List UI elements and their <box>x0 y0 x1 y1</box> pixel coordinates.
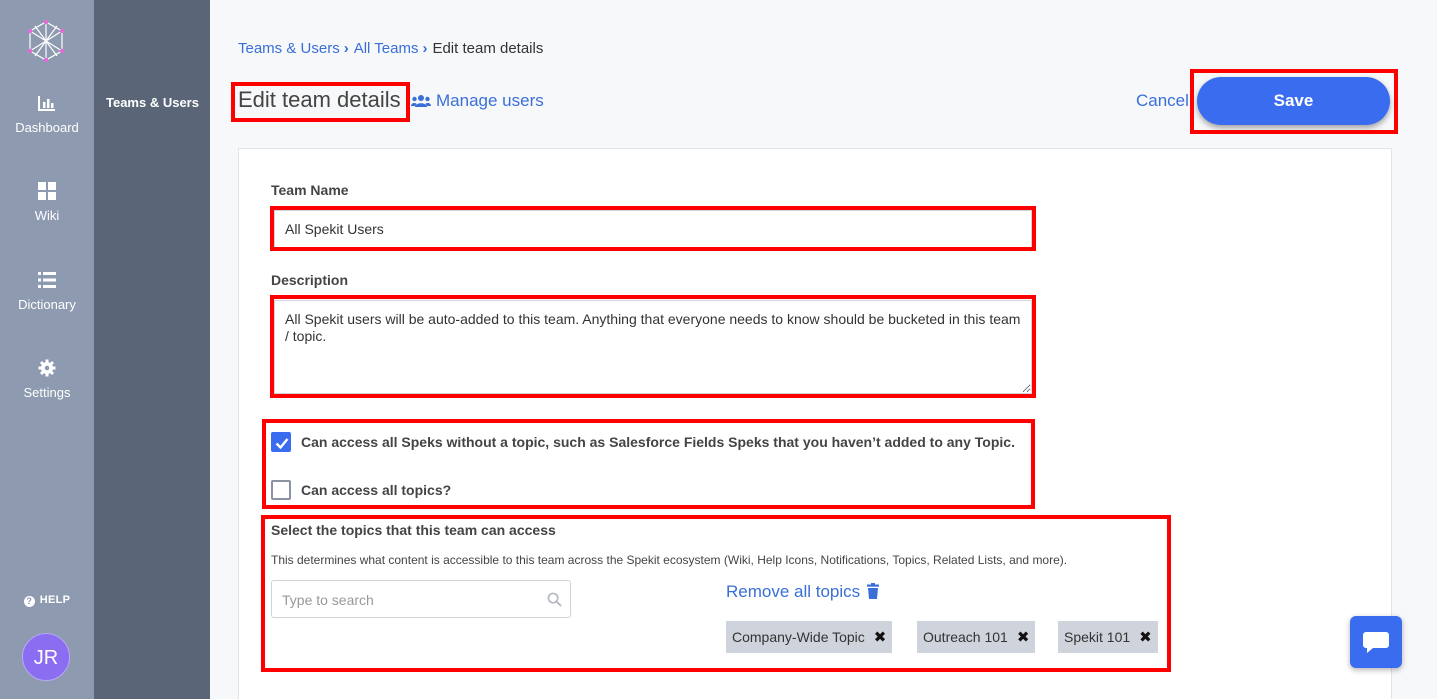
manage-users-link[interactable]: Manage users <box>411 91 544 111</box>
gear-icon <box>38 359 56 377</box>
nav-dashboard[interactable]: Dashboard <box>0 94 94 135</box>
team-name-label: Team Name <box>271 182 349 198</box>
nav-wiki[interactable]: Wiki <box>0 182 94 223</box>
breadcrumb: Teams & Users › All Teams › Edit team detail… <box>238 40 543 57</box>
nav-rail: Dashboard Wiki Dictionary Settings ? HELP <box>0 0 94 699</box>
spekit-logo-icon[interactable] <box>27 20 65 62</box>
chevron-right-icon: › <box>422 40 428 57</box>
chevron-right-icon: › <box>343 40 349 57</box>
nav-settings[interactable]: Settings <box>0 359 94 400</box>
nav-dashboard-label: Dashboard <box>15 120 79 135</box>
highlight-box-description <box>270 295 1036 398</box>
nav-dictionary-label: Dictionary <box>18 297 76 312</box>
breadcrumb-all-teams[interactable]: All Teams <box>354 40 419 57</box>
highlight-box-access <box>262 419 1035 509</box>
breadcrumb-teams-users[interactable]: Teams & Users <box>238 40 340 57</box>
highlight-box-title <box>231 82 410 122</box>
highlight-box-team-name <box>270 206 1036 251</box>
nav-settings-label: Settings <box>23 385 71 400</box>
nav-dictionary[interactable]: Dictionary <box>0 271 94 312</box>
question-circle-icon: ? <box>23 596 35 607</box>
users-icon <box>411 95 431 107</box>
highlight-box-save <box>1190 69 1398 134</box>
bar-chart-icon <box>38 96 55 111</box>
chat-button[interactable] <box>1350 616 1402 668</box>
nav-wiki-label: Wiki <box>34 208 60 223</box>
grid-icon <box>38 182 56 200</box>
subnav: Teams & Users <box>94 0 210 699</box>
subnav-item-teams-users[interactable]: Teams & Users <box>106 95 199 110</box>
highlight-box-topics <box>261 515 1171 672</box>
avatar[interactable]: JR <box>22 633 70 681</box>
list-icon <box>38 272 56 288</box>
help-label: HELP <box>39 594 71 606</box>
breadcrumb-current: Edit team details <box>432 40 544 57</box>
help-link[interactable]: ? HELP <box>0 594 94 607</box>
description-label: Description <box>271 272 349 288</box>
cancel-button[interactable]: Cancel <box>1136 91 1189 111</box>
chat-bubble-icon <box>1363 632 1389 653</box>
manage-users-label: Manage users <box>436 91 544 110</box>
